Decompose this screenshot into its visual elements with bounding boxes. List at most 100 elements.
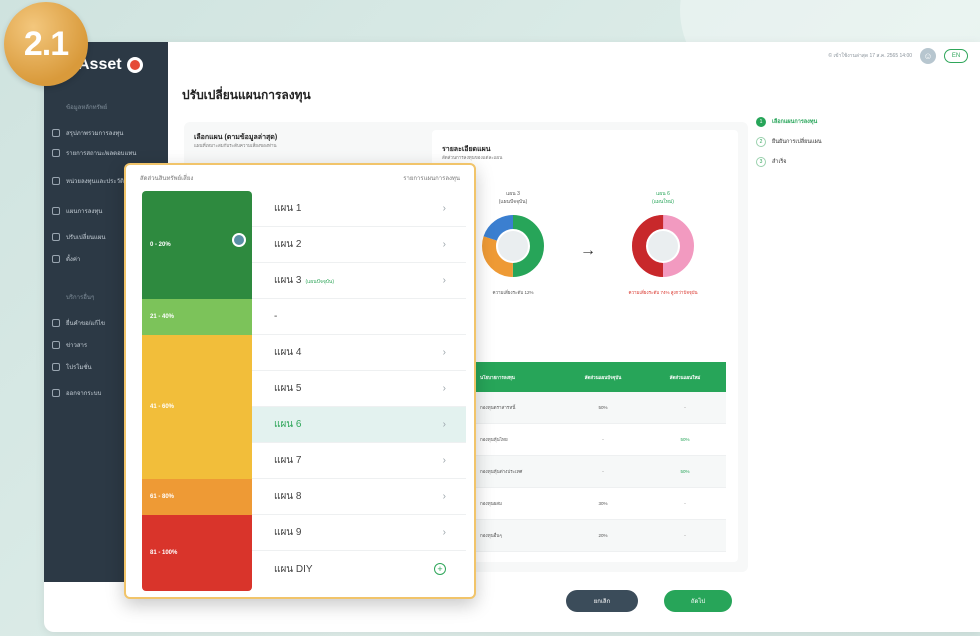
plan-label: แผน 6 bbox=[274, 419, 302, 430]
plan-list: แผน 1 › แผน 2 › แผน 3 (แผนปัจจุบัน) › - แผน … bbox=[252, 191, 466, 591]
detail-subtitle: สัดส่วนการลงทุนของแต่ละแผน bbox=[442, 155, 503, 160]
current-allocation-cell: - bbox=[602, 437, 604, 442]
step-confirm: 2 ยืนยันการเปลี่ยนแผน bbox=[756, 132, 822, 152]
progress-stepper: 1 เลือกแผนการลงทุน 2 ยืนยันการเปลี่ยนแผน 3… bbox=[756, 112, 822, 172]
new-allocation-cell: - bbox=[684, 501, 686, 506]
plan-option-1[interactable]: แผน 1 › bbox=[252, 191, 466, 227]
allocation-table: นโยบายการลงทุน สัดส่วนแผนปัจจุบัน สัดส่ว… bbox=[472, 362, 726, 552]
plan-label: แผน 2 bbox=[274, 239, 302, 250]
sidebar-item-label: โปรโมชั่น bbox=[66, 365, 92, 371]
plan-label: แผน 1 bbox=[274, 203, 302, 214]
page-title: ปรับเปลี่ยนแผนการลงทุน bbox=[182, 88, 311, 102]
table-row: กองทุนผสม 30% - bbox=[472, 488, 726, 520]
logout-icon bbox=[52, 389, 60, 397]
sidebar-item-summary[interactable]: สรุปภาพรวมการลงทุน bbox=[52, 128, 164, 138]
language-toggle[interactable]: EN bbox=[944, 49, 968, 63]
plan-option-diy[interactable]: แผน DIY + bbox=[252, 551, 466, 587]
plan-label: แผน DIY bbox=[274, 563, 313, 575]
chevron-right-icon: › bbox=[442, 455, 446, 466]
table-row: กองทุนหุ้นต่างประเทศ - 50% bbox=[472, 456, 726, 488]
risk-band-21-40: 21 - 40% bbox=[142, 299, 252, 335]
gear-icon bbox=[52, 255, 60, 263]
current-plan-badge: (แผนปัจจุบัน) bbox=[305, 279, 335, 285]
plan-label: แผน 9 bbox=[274, 527, 302, 538]
user-avatar[interactable]: ☺ bbox=[920, 48, 936, 64]
news-icon bbox=[52, 341, 60, 349]
risk-band-41-60: 41 - 60% bbox=[142, 335, 252, 479]
kasikorn-logo-icon bbox=[126, 57, 143, 73]
new-plan-summary: แผน 6 (แผนใหม่) ความเสี่ยงระดับ 74% สูงก… bbox=[618, 190, 708, 296]
next-button[interactable]: ถัดไป bbox=[664, 590, 732, 612]
step-complete: 3 สำเร็จ bbox=[756, 152, 822, 172]
current-allocation-cell: - bbox=[602, 469, 604, 474]
plan-option-empty: - bbox=[252, 299, 466, 335]
tag-icon bbox=[52, 363, 60, 371]
current-plan-donut bbox=[482, 215, 544, 277]
plan-option-5[interactable]: แผน 5 › bbox=[252, 371, 466, 407]
allocation-table-header: นโยบายการลงทุน สัดส่วนแผนปัจจุบัน สัดส่ว… bbox=[472, 362, 726, 392]
step-number: 2 bbox=[756, 137, 766, 147]
plan-option-7[interactable]: แผน 7 › bbox=[252, 443, 466, 479]
step-label: สำเร็จ bbox=[772, 159, 787, 165]
sidebar-item-label: หน่วยลงทุนและประวัติ bbox=[66, 179, 124, 185]
sidebar-section-title: ข้อมูลหลักทรัพย์ bbox=[66, 105, 108, 111]
sidebar-item-label: ออกจากระบบ bbox=[66, 391, 102, 397]
plan-icon bbox=[52, 207, 60, 215]
step-label: ยืนยันการเปลี่ยนแผน bbox=[772, 139, 822, 145]
sidebar-item-label: รายการสถานะ/ผลตอบแทน bbox=[66, 151, 137, 157]
document-icon bbox=[52, 149, 60, 157]
new-plan-donut bbox=[632, 215, 694, 277]
fund-name-cell: กองทุนอื่นๆ bbox=[480, 533, 502, 538]
plan-label: แผน 4 bbox=[274, 347, 302, 358]
table-row: กองทุนหุ้นไทย - 50% bbox=[472, 424, 726, 456]
risk-band-label: 81 - 100% bbox=[150, 550, 178, 556]
sidebar-section-title: บริการอื่นๆ bbox=[66, 295, 95, 301]
new-plan-tag: (แผนใหม่) bbox=[652, 199, 674, 205]
current-allocation-cell: 50% bbox=[598, 405, 608, 410]
sidebar-item-label: แผนการลงทุน bbox=[66, 209, 103, 215]
dashboard-icon bbox=[52, 129, 60, 137]
step-number: 1 bbox=[756, 117, 766, 127]
sidebar-item-label: ปรับเปลี่ยนแผน bbox=[66, 235, 106, 241]
plan-option-8[interactable]: แผน 8 › bbox=[252, 479, 466, 515]
popup-header: สัดส่วนสินทรัพย์เสี่ยง รายการแผนการลงทุน bbox=[126, 165, 474, 191]
table-row: กองทุนอื่นๆ 20% - bbox=[472, 520, 726, 552]
plan-option-4[interactable]: แผน 4 › bbox=[252, 335, 466, 371]
plan-label: แผน 8 bbox=[274, 491, 302, 502]
current-allocation-cell: 30% bbox=[598, 501, 608, 506]
add-plus-icon[interactable]: + bbox=[434, 563, 446, 575]
risk-band-label: 0 - 20% bbox=[150, 242, 171, 248]
chevron-right-icon: › bbox=[442, 239, 446, 250]
plan-option-9[interactable]: แผน 9 › bbox=[252, 515, 466, 551]
fund-name-cell: กองทุนหุ้นต่างประเทศ bbox=[480, 469, 523, 474]
fund-name-cell: กองทุนผสม bbox=[480, 501, 503, 506]
chevron-right-icon: › bbox=[442, 491, 446, 502]
sidebar-item-label: สรุปภาพรวมการลงทุน bbox=[66, 131, 124, 137]
sidebar-item-label: ตั้งค่า bbox=[66, 257, 81, 263]
risk-band-label: 61 - 80% bbox=[150, 494, 175, 500]
current-plan-risk: ความเสี่ยงระดับ 12% bbox=[492, 290, 534, 295]
plan-option-2[interactable]: แผน 2 › bbox=[252, 227, 466, 263]
plan-label: - bbox=[274, 311, 278, 322]
new-allocation-cell: - bbox=[684, 533, 686, 538]
arrow-right-icon: → bbox=[580, 242, 596, 259]
swap-icon bbox=[52, 233, 60, 241]
fund-name-cell: กองทุนตราสารหนี้ bbox=[480, 405, 516, 410]
current-plan-name: แผน 3 bbox=[506, 191, 520, 197]
column-header: สัดส่วนแผนปัจจุบัน bbox=[584, 374, 622, 380]
column-header: นโยบายการลงทุน bbox=[480, 374, 515, 380]
step-number: 3 bbox=[756, 157, 766, 167]
header-bar: © เข้าใช้งานล่าสุด 17 ส.ค. 2565 14:00 ☺ … bbox=[828, 48, 968, 64]
cancel-button[interactable]: ยกเลิก bbox=[566, 590, 638, 612]
sidebar-item-label: ยื่นคำขอ/แก้ไข bbox=[66, 321, 105, 327]
sidebar-item-status[interactable]: รายการสถานะ/ผลตอบแทน bbox=[52, 148, 164, 158]
chevron-right-icon: › bbox=[442, 203, 446, 214]
plan-option-3[interactable]: แผน 3 (แผนปัจจุบัน) › bbox=[252, 263, 466, 299]
last-login-text: © เข้าใช้งานล่าสุด 17 ส.ค. 2565 14:00 bbox=[828, 53, 912, 59]
step-select-plan: 1 เลือกแผนการลงทุน bbox=[756, 112, 822, 132]
risk-level-column: 0 - 20% 21 - 40% 41 - 60% 61 - 80% 81 - … bbox=[142, 191, 252, 591]
plan-option-6-selected[interactable]: แผน 6 › bbox=[252, 407, 466, 443]
risk-column-header: สัดส่วนสินทรัพย์เสี่ยง bbox=[140, 176, 194, 182]
plan-label: แผน 5 bbox=[274, 383, 302, 394]
current-plan-tag: (แผนปัจจุบัน) bbox=[498, 199, 528, 205]
